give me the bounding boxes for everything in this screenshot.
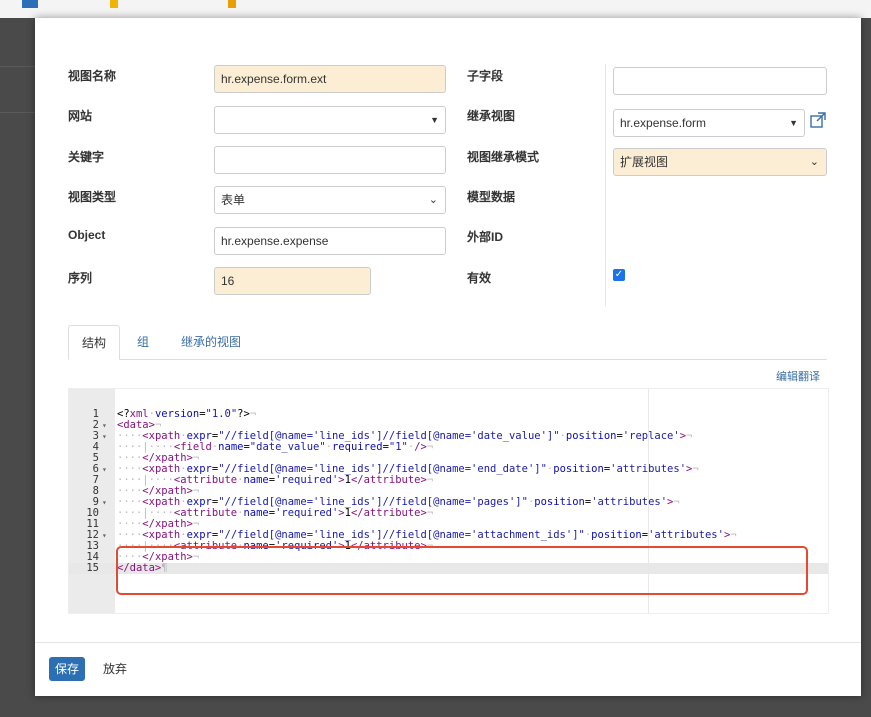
view-name-input[interactable]: hr.expense.form.ext bbox=[214, 65, 446, 93]
notebook-tabs: 结构 组 继承的视图 bbox=[68, 325, 827, 360]
fold-toggle-icon[interactable]: ▾ bbox=[102, 420, 107, 431]
code-line[interactable]: 1 <?xml·version="1.0"?>¬ bbox=[69, 409, 828, 420]
highlight-annotation bbox=[116, 546, 808, 595]
save-button[interactable]: 保存 bbox=[49, 657, 85, 681]
inherit-mode-select[interactable]: 扩展视图 ⌄ bbox=[613, 148, 827, 176]
app-icon bbox=[110, 0, 118, 8]
active-label: 有效 bbox=[467, 271, 492, 285]
discard-button[interactable]: 放弃 bbox=[103, 657, 127, 681]
chevron-down-icon: ⌄ bbox=[428, 194, 438, 206]
active-checkbox[interactable]: ✓ bbox=[613, 269, 625, 281]
line-number: 15 bbox=[86, 562, 99, 574]
sequence-input[interactable]: 16 bbox=[214, 267, 371, 295]
chevron-down-icon: ⌄ bbox=[809, 156, 819, 168]
tab-groups[interactable]: 组 bbox=[137, 325, 149, 359]
object-label: Object bbox=[68, 228, 106, 242]
sequence-label: 序列 bbox=[68, 271, 93, 285]
inherit-view-select[interactable]: hr.expense.form ▼ bbox=[613, 109, 805, 137]
inherit-view-label: 继承视图 bbox=[467, 109, 516, 123]
footer-divider bbox=[35, 642, 861, 643]
background-app-topbar bbox=[0, 0, 871, 18]
external-link-icon[interactable] bbox=[809, 111, 827, 129]
view-edit-dialog: 视图名称 hr.expense.form.ext 网站 ▼ 关键字 视图类型 表… bbox=[35, 18, 861, 696]
inherit-mode-label: 视图继承模式 bbox=[467, 150, 540, 164]
child-field-input[interactable] bbox=[613, 67, 827, 95]
model-data-label: 模型数据 bbox=[467, 190, 516, 204]
edit-translation-link[interactable]: 编辑翻译 bbox=[776, 368, 820, 384]
fold-toggle-icon[interactable]: ▾ bbox=[102, 431, 107, 442]
app-logo-icon bbox=[22, 0, 38, 8]
background-divider bbox=[0, 112, 35, 113]
background-divider bbox=[0, 66, 35, 67]
column-divider bbox=[605, 64, 606, 306]
fold-toggle-icon[interactable]: ▾ bbox=[102, 497, 107, 508]
view-name-label: 视图名称 bbox=[68, 69, 117, 83]
key-label: 关键字 bbox=[68, 150, 105, 164]
website-label: 网站 bbox=[68, 109, 93, 123]
fold-toggle-icon[interactable]: ▾ bbox=[102, 464, 107, 475]
tab-structure[interactable]: 结构 bbox=[68, 325, 120, 360]
caret-down-icon: ▼ bbox=[430, 115, 439, 125]
fold-toggle-icon[interactable]: ▾ bbox=[102, 530, 107, 541]
key-input[interactable] bbox=[214, 146, 446, 174]
app-icon bbox=[228, 0, 236, 8]
caret-down-icon: ▼ bbox=[789, 118, 798, 128]
website-select[interactable]: ▼ bbox=[214, 106, 446, 134]
check-icon: ✓ bbox=[614, 269, 624, 280]
view-type-label: 视图类型 bbox=[68, 190, 117, 204]
view-type-select[interactable]: 表单 ⌄ bbox=[214, 186, 446, 214]
tab-inherited-views[interactable]: 继承的视图 bbox=[181, 325, 241, 359]
external-id-label: 外部ID bbox=[467, 230, 504, 244]
child-field-label: 子字段 bbox=[467, 69, 504, 83]
object-input[interactable]: hr.expense.expense bbox=[214, 227, 446, 255]
